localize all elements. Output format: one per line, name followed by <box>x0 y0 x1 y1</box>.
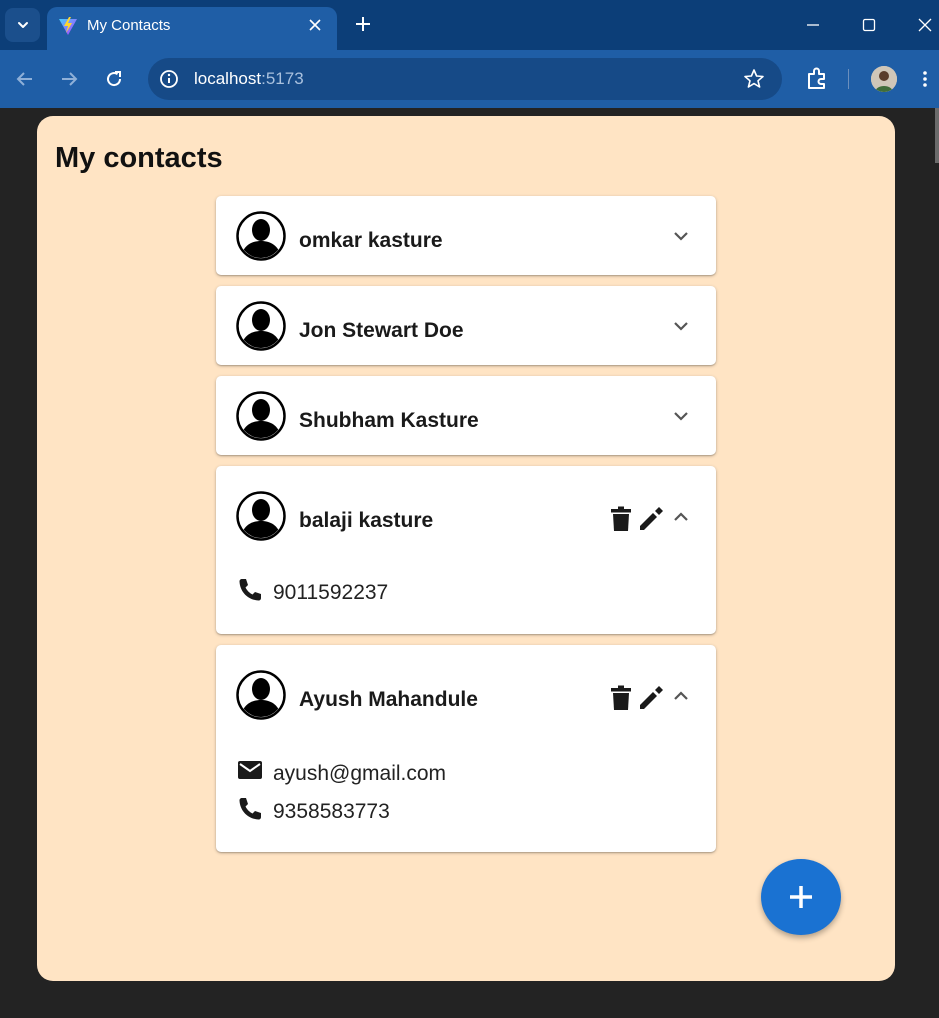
close-icon <box>309 19 321 31</box>
back-button[interactable] <box>11 65 39 93</box>
maximize-button[interactable] <box>856 12 882 38</box>
contact-name: omkar kasture <box>299 229 443 252</box>
page-scrollbar[interactable] <box>935 108 939 163</box>
url-port: :5173 <box>261 69 304 88</box>
chevron-up-icon[interactable] <box>670 685 692 707</box>
contact-name: Jon Stewart Doe <box>299 319 464 342</box>
chevron-down-icon[interactable] <box>670 225 692 247</box>
account-silhouette-icon <box>236 301 286 351</box>
browser-toolbar: localhost:5173 <box>0 50 939 108</box>
minimize-icon <box>807 24 819 26</box>
phone-icon <box>239 579 261 601</box>
trash-icon[interactable] <box>610 506 632 532</box>
chevron-down-icon[interactable] <box>670 405 692 427</box>
pencil-icon[interactable] <box>638 506 664 532</box>
contact-card-expanded[interactable]: Ayush Mahandule ayush@gmail.com 93585837… <box>216 645 716 852</box>
browser-tab[interactable]: My Contacts <box>47 7 337 50</box>
tab-search-button[interactable] <box>5 8 40 42</box>
chevron-up-icon[interactable] <box>670 506 692 528</box>
contact-name: balaji kasture <box>299 509 434 532</box>
trash-icon[interactable] <box>610 685 632 711</box>
vite-logo-icon <box>59 17 77 35</box>
page-viewport: My contacts omkar kasture Jon Stewart Do… <box>0 108 939 1018</box>
add-contact-button[interactable] <box>761 859 841 935</box>
contact-phone: 9358583773 <box>273 800 390 823</box>
contact-email-row: ayush@gmail.com <box>236 757 446 785</box>
address-bar[interactable]: localhost:5173 <box>148 58 782 100</box>
forward-button[interactable] <box>55 65 83 93</box>
close-icon <box>918 18 932 32</box>
account-silhouette-icon <box>236 491 286 541</box>
contact-card[interactable]: Shubham Kasture <box>216 376 716 455</box>
minimize-button[interactable] <box>800 12 826 38</box>
site-info-icon[interactable] <box>158 68 180 90</box>
contact-phone: 9011592237 <box>273 581 389 604</box>
chevron-down-icon <box>17 22 28 28</box>
contact-name: Ayush Mahandule <box>299 688 478 711</box>
tab-title: My Contacts <box>87 17 171 34</box>
tab-close-button[interactable] <box>303 13 327 37</box>
chevron-down-icon[interactable] <box>670 315 692 337</box>
pencil-icon[interactable] <box>638 685 664 711</box>
toolbar-separator <box>848 69 849 89</box>
profile-avatar[interactable] <box>871 66 897 92</box>
contact-card-expanded[interactable]: balaji kasture 9011592237 <box>216 466 716 634</box>
close-window-button[interactable] <box>912 12 938 38</box>
arrow-left-icon <box>16 72 32 86</box>
reload-button[interactable] <box>100 65 128 93</box>
contact-card[interactable]: Jon Stewart Doe <box>216 286 716 365</box>
contact-card[interactable]: omkar kasture <box>216 196 716 275</box>
contacts-panel: My contacts omkar kasture Jon Stewart Do… <box>37 116 895 981</box>
contact-phone-row: 9011592237 <box>236 576 388 604</box>
extensions-icon[interactable] <box>804 66 830 92</box>
url-host: localhost <box>194 69 262 88</box>
profile-photo-icon <box>871 66 897 92</box>
email-icon <box>238 761 262 779</box>
reload-icon <box>107 71 122 87</box>
contact-name: Shubham Kasture <box>299 409 479 432</box>
bookmark-star-icon[interactable] <box>743 68 765 90</box>
account-silhouette-icon <box>236 670 286 720</box>
account-silhouette-icon <box>236 211 286 261</box>
plus-icon <box>356 17 370 31</box>
new-tab-button[interactable] <box>350 11 376 37</box>
contact-email: ayush@gmail.com <box>273 762 447 785</box>
browser-titlebar: My Contacts <box>0 0 939 50</box>
arrow-right-icon <box>62 72 78 86</box>
page-title: My contacts <box>55 142 223 174</box>
account-silhouette-icon <box>236 391 286 441</box>
more-vertical-icon <box>923 71 927 87</box>
contact-phone-row: 9358583773 <box>236 795 390 823</box>
maximize-icon <box>862 18 876 32</box>
url-text: localhost:5173 <box>194 69 304 89</box>
plus-icon <box>790 886 812 908</box>
more-menu-button[interactable] <box>918 66 932 92</box>
phone-icon <box>239 798 261 820</box>
